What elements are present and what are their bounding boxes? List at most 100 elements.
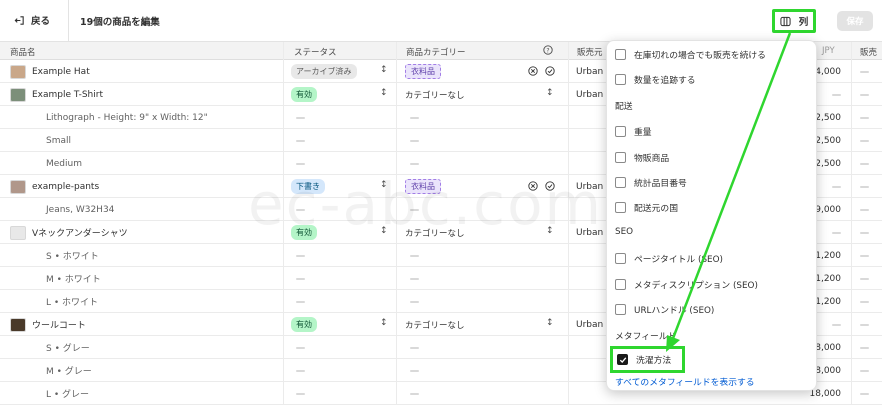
status-cell[interactable] (291, 244, 391, 267)
select-chevron-icon[interactable]: ↕ (546, 226, 554, 236)
category-cell[interactable] (405, 129, 565, 152)
category-cell[interactable]: カテゴリーなし ↕ (405, 83, 565, 106)
status-cell[interactable] (291, 382, 391, 405)
sales-cell[interactable] (860, 83, 869, 106)
category-cell[interactable]: 衣料品 (405, 60, 565, 83)
checkbox[interactable] (615, 152, 626, 163)
category-cell[interactable]: 衣料品 (405, 175, 565, 198)
status-cell[interactable] (291, 106, 391, 129)
back-button[interactable]: 戻る (14, 13, 50, 27)
vendor-value[interactable]: Urban (576, 83, 606, 106)
product-name-cell[interactable]: L • グレー (46, 382, 280, 405)
show-all-metafields-link[interactable]: すべてのメタフィールドを表示する (615, 375, 755, 388)
status-cell[interactable] (291, 267, 391, 290)
sales-cell[interactable] (860, 382, 869, 405)
status-cell[interactable] (291, 290, 391, 313)
option-weight[interactable]: 重量 (615, 125, 652, 138)
status-cell[interactable] (291, 359, 391, 382)
select-chevron-icon[interactable]: ↕ (380, 318, 388, 328)
status-cell[interactable]: 有効 ↕ (291, 313, 391, 336)
category-cell[interactable]: カテゴリーなし ↕ (405, 313, 565, 336)
option-seo-title[interactable]: ページタイトル (SEO) (615, 252, 723, 265)
checkbox-checked[interactable] (617, 354, 628, 365)
clear-icon[interactable] (528, 181, 538, 194)
product-name-cell[interactable]: ウールコート (10, 313, 280, 336)
sales-cell[interactable] (860, 336, 869, 359)
product-name-cell[interactable]: Vネックアンダーシャツ (10, 221, 280, 244)
help-icon[interactable]: ? (543, 45, 553, 58)
select-chevron-icon[interactable]: ↕ (380, 180, 388, 190)
sales-cell[interactable] (860, 290, 869, 313)
columns-button[interactable]: 列 (772, 9, 816, 33)
product-name-cell[interactable]: S • グレー (46, 336, 280, 359)
option-physical-product[interactable]: 物販商品 (615, 151, 669, 164)
option-washing-method[interactable]: 洗濯方法 (610, 346, 685, 373)
confirm-icon[interactable] (545, 66, 555, 79)
category-cell[interactable] (405, 290, 565, 313)
category-cell[interactable] (405, 198, 565, 221)
option-continue-selling[interactable]: 在庫切れの場合でも販売を続ける (615, 48, 766, 61)
select-chevron-icon[interactable]: ↕ (380, 65, 388, 75)
option-track-quantity[interactable]: 数量を追跡する (615, 73, 696, 86)
checkbox[interactable] (615, 304, 626, 315)
select-chevron-icon[interactable]: ↕ (546, 88, 554, 98)
status-cell[interactable] (291, 198, 391, 221)
sales-cell[interactable] (860, 106, 869, 129)
vendor-value[interactable]: Urban (576, 221, 606, 244)
category-cell[interactable] (405, 152, 565, 175)
status-cell[interactable] (291, 152, 391, 175)
status-cell[interactable]: アーカイブ済み ↕ (291, 60, 391, 83)
checkbox[interactable] (615, 253, 626, 264)
product-name-cell[interactable]: L • ホワイト (46, 290, 280, 313)
product-name-cell[interactable]: Lithograph - Height: 9" x Width: 12" (46, 106, 280, 129)
checkbox[interactable] (615, 74, 626, 85)
status-cell[interactable]: 下書き ↕ (291, 175, 391, 198)
select-chevron-icon[interactable]: ↕ (380, 88, 388, 98)
option-url-handle[interactable]: URLハンドル (SEO) (615, 303, 714, 316)
product-name-cell[interactable]: S • ホワイト (46, 244, 280, 267)
product-name-cell[interactable]: Small (46, 129, 280, 152)
sales-cell[interactable] (860, 152, 869, 175)
option-seo-description[interactable]: メタディスクリプション (SEO) (615, 278, 758, 291)
sales-cell[interactable] (860, 244, 869, 267)
category-cell[interactable] (405, 267, 565, 290)
status-cell[interactable] (291, 336, 391, 359)
sales-cell[interactable] (860, 359, 869, 382)
checkbox[interactable] (615, 202, 626, 213)
checkbox[interactable] (615, 126, 626, 137)
sales-cell[interactable] (860, 198, 869, 221)
product-name-cell[interactable]: Jeans, W32H34 (46, 198, 280, 221)
category-cell[interactable] (405, 106, 565, 129)
sales-cell[interactable] (860, 60, 869, 83)
status-cell[interactable] (291, 129, 391, 152)
checkbox[interactable] (615, 279, 626, 290)
clear-icon[interactable] (528, 66, 538, 79)
product-name-cell[interactable]: Example Hat (10, 60, 280, 83)
vendor-value[interactable]: Urban (576, 175, 606, 198)
status-cell[interactable]: 有効 ↕ (291, 83, 391, 106)
category-cell[interactable] (405, 244, 565, 267)
vendor-value[interactable]: Urban (576, 60, 606, 83)
option-country-of-origin[interactable]: 配送元の国 (615, 201, 678, 214)
product-name-cell[interactable]: Medium (46, 152, 280, 175)
sales-cell[interactable] (860, 129, 869, 152)
checkbox[interactable] (615, 49, 626, 60)
product-name-cell[interactable]: Example T-Shirt (10, 83, 280, 106)
sales-cell[interactable] (860, 313, 869, 336)
product-name-cell[interactable]: M • ホワイト (46, 267, 280, 290)
sales-cell[interactable] (860, 221, 869, 244)
select-chevron-icon[interactable]: ↕ (546, 318, 554, 328)
confirm-icon[interactable] (545, 181, 555, 194)
status-cell[interactable]: 有効 ↕ (291, 221, 391, 244)
select-chevron-icon[interactable]: ↕ (380, 226, 388, 236)
checkbox[interactable] (615, 177, 626, 188)
category-cell[interactable] (405, 359, 565, 382)
sales-cell[interactable] (860, 175, 869, 198)
option-hs-code[interactable]: 統計品目番号 (615, 176, 687, 189)
product-name-cell[interactable]: example-pants (10, 175, 280, 198)
vendor-value[interactable]: Urban (576, 313, 606, 336)
category-cell[interactable] (405, 382, 565, 405)
category-cell[interactable] (405, 336, 565, 359)
save-button[interactable]: 保存 (837, 11, 873, 31)
product-name-cell[interactable]: M • グレー (46, 359, 280, 382)
